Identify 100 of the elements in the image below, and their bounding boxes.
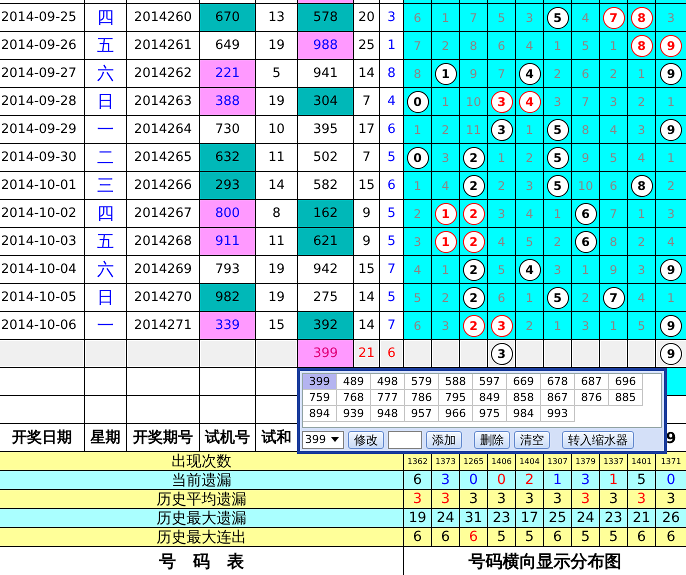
- grid-cell: 2: [544, 228, 572, 256]
- grid-cell: 5: [404, 284, 432, 312]
- number-ball: 9: [660, 314, 682, 336]
- number-item[interactable]: 867: [541, 390, 575, 406]
- grid-cell: 1: [544, 312, 572, 340]
- number-ball: 3: [490, 314, 512, 336]
- grid-cell: 5: [572, 32, 600, 60]
- grid-cell: 1: [516, 116, 544, 144]
- number-item[interactable]: 984: [507, 406, 541, 422]
- number-item[interactable]: 768: [337, 390, 371, 406]
- grid-cell: 6: [488, 284, 516, 312]
- stat-value: 1406: [491, 456, 512, 466]
- grid-cell: 2: [516, 312, 544, 340]
- number-item[interactable]: 687: [575, 374, 609, 390]
- stat-value: 26: [662, 510, 680, 526]
- number-item[interactable]: 939: [337, 406, 371, 422]
- stat-value: 6: [413, 472, 422, 488]
- transfer-button[interactable]: 转入缩水器: [562, 430, 634, 449]
- table-cell: 339: [200, 312, 256, 340]
- stat-value: 3: [581, 491, 590, 507]
- number-item[interactable]: 759: [303, 390, 337, 406]
- number-item[interactable]: 579: [405, 374, 439, 390]
- number-item[interactable]: 948: [371, 406, 405, 422]
- number-item[interactable]: 795: [439, 390, 473, 406]
- number-item[interactable]: 498: [371, 374, 405, 390]
- grid-cell: 2: [656, 172, 686, 200]
- table-cell: 19: [256, 284, 298, 312]
- number-ball: 2: [462, 230, 484, 252]
- number-ball: 1: [434, 202, 456, 224]
- stat-value: 0: [666, 472, 676, 488]
- number-ball: 3: [490, 342, 512, 364]
- grid-cell: 6: [488, 32, 516, 60]
- grid-cell: 9: [600, 256, 628, 284]
- table-cell: 162: [298, 200, 354, 228]
- number-item[interactable]: 858: [507, 390, 541, 406]
- stat-value: 1401: [631, 456, 652, 466]
- stat-value: 3: [497, 491, 506, 507]
- number-item[interactable]: 975: [473, 406, 507, 422]
- number-ball: 2: [462, 258, 484, 280]
- number-item[interactable]: 669: [507, 374, 541, 390]
- table-cell: 502: [298, 144, 354, 172]
- number-item[interactable]: 696: [609, 374, 643, 390]
- date-cell: 2014-10-04: [0, 256, 85, 284]
- number-item[interactable]: 993: [541, 406, 575, 422]
- number-ball: 3: [490, 90, 512, 112]
- grid-cell: 4: [628, 284, 656, 312]
- grid-cell: 9: [460, 60, 488, 88]
- stat-value: 1337: [603, 456, 624, 466]
- grid-cell: 1: [656, 88, 686, 116]
- grid-cell: 1: [432, 256, 460, 284]
- grid-cell: 1: [544, 32, 572, 60]
- grid-cell: 4: [488, 228, 516, 256]
- stat-value: 5: [497, 529, 506, 545]
- number-item[interactable]: 399: [303, 374, 337, 390]
- number-item[interactable]: 588: [439, 374, 473, 390]
- grid-cell: 6: [572, 60, 600, 88]
- stat-value: 6: [441, 529, 450, 545]
- number-ball: 4: [518, 258, 540, 280]
- number-item[interactable]: 777: [371, 390, 405, 406]
- grid-cell: 3: [488, 200, 516, 228]
- number-item[interactable]: 678: [541, 374, 575, 390]
- number-dropdown[interactable]: 399: [302, 430, 344, 449]
- clear-button[interactable]: 清空: [514, 430, 550, 449]
- grid-cell: 1: [432, 88, 460, 116]
- table-cell: 578: [298, 4, 354, 32]
- grid-cell: 3: [656, 4, 686, 32]
- delete-button[interactable]: 删除: [474, 430, 510, 449]
- grid-cell: 1: [656, 144, 686, 172]
- number-item[interactable]: 849: [473, 390, 507, 406]
- number-item[interactable]: 489: [337, 374, 371, 390]
- stat-value: 24: [436, 510, 454, 526]
- stat-value: 1265: [463, 456, 484, 466]
- grid-cell: 6: [600, 172, 628, 200]
- edit-button[interactable]: 修改: [348, 430, 384, 449]
- number-item[interactable]: 966: [439, 406, 473, 422]
- stat-value: 6: [666, 529, 676, 545]
- number-ball: 5: [546, 174, 568, 196]
- grid-cell: 8: [572, 116, 600, 144]
- number-item[interactable]: 597: [473, 374, 507, 390]
- input-field[interactable]: [388, 430, 422, 449]
- grid-cell: 4: [628, 144, 656, 172]
- number-item[interactable]: 957: [405, 406, 439, 422]
- stat-value: 2: [525, 472, 534, 488]
- grid-cell: 1: [656, 284, 686, 312]
- grid-cell: 2: [516, 144, 544, 172]
- stat-value: 3: [553, 491, 562, 507]
- grid-cell: 4: [600, 116, 628, 144]
- number-item[interactable]: 894: [303, 406, 337, 422]
- stat-value: 31: [464, 510, 482, 526]
- number-item[interactable]: 786: [405, 390, 439, 406]
- grid-cell: 1: [516, 284, 544, 312]
- stat-value: 23: [492, 510, 510, 526]
- number-item[interactable]: 885: [609, 390, 643, 406]
- add-button[interactable]: 添加: [426, 430, 462, 449]
- grid-cell: 1: [600, 312, 628, 340]
- grid-cell: 8: [404, 60, 432, 88]
- stat-value: 0: [469, 472, 478, 488]
- number-ball: 5: [546, 286, 568, 308]
- grid-cell: 6: [404, 312, 432, 340]
- number-item[interactable]: 876: [575, 390, 609, 406]
